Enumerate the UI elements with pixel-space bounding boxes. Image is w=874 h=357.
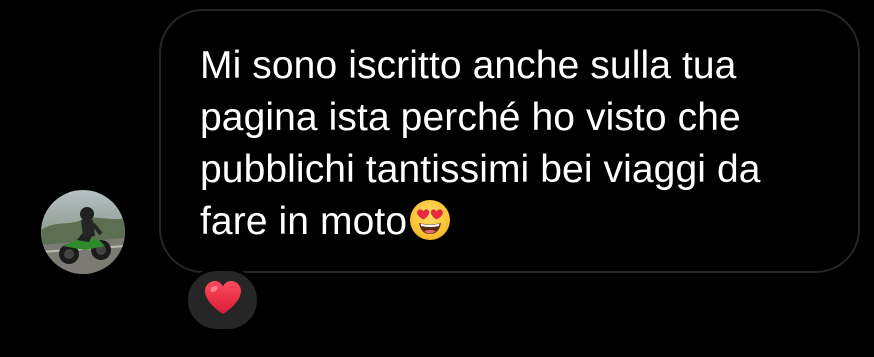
message-line-last: fare in moto — [200, 196, 840, 256]
avatar[interactable] — [41, 190, 125, 274]
message-line: pubblichi tantissimi bei viaggi da — [200, 148, 761, 191]
message-text: Mi sono iscritto anche sulla tua pagina … — [200, 40, 840, 256]
message-line: pagina ista perché ho visto che — [200, 96, 741, 139]
reaction-badge[interactable] — [185, 268, 260, 332]
message-line-text: fare in moto — [200, 200, 408, 243]
heart-eyes-emoji-icon — [408, 198, 452, 256]
red-heart-emoji-icon — [203, 280, 243, 321]
motorcycle-rider-photo — [41, 190, 125, 274]
message-line: Mi sono iscritto anche sulla tua — [200, 44, 737, 87]
